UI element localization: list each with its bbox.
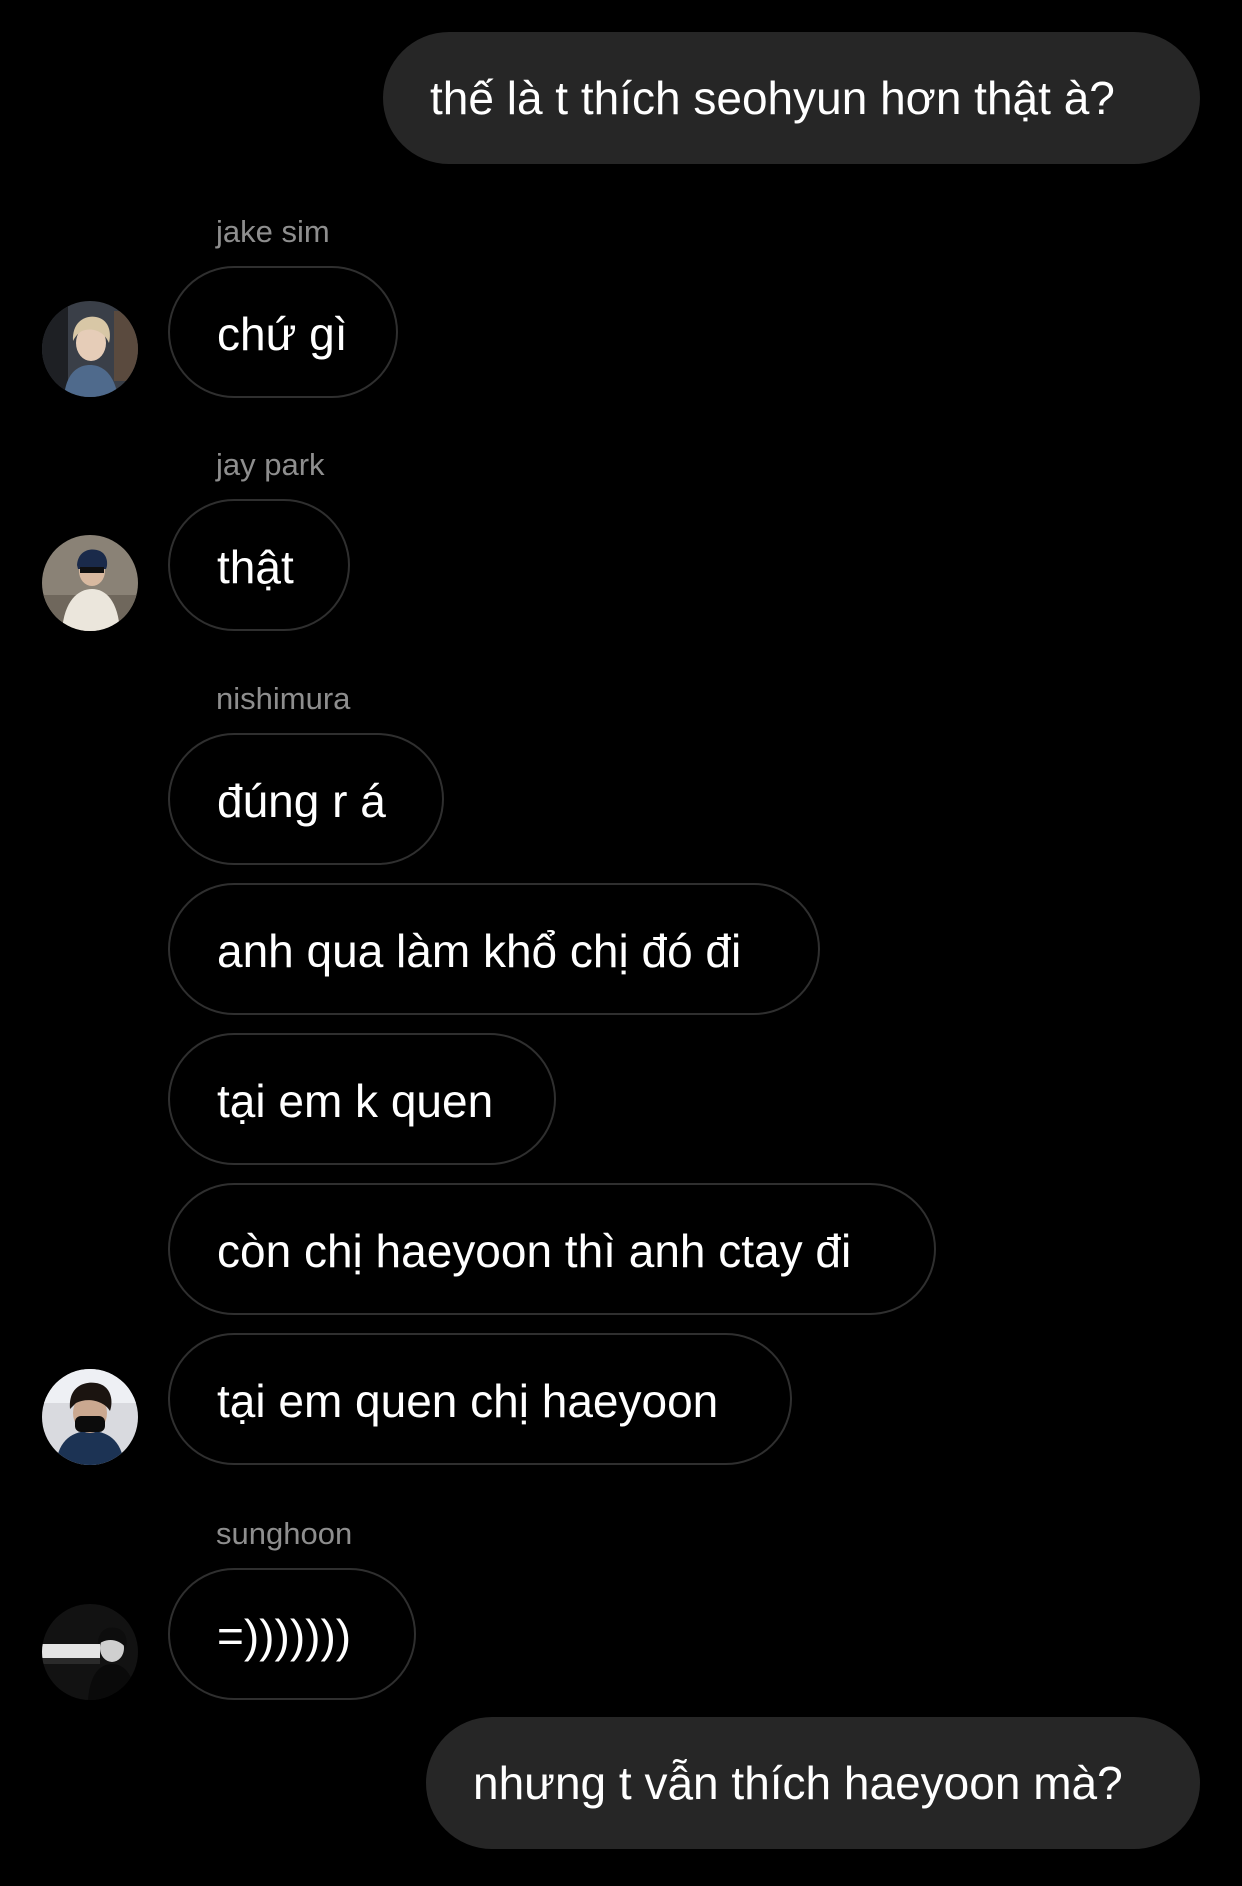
sender-name-jake-sim: jake sim [216, 214, 330, 249]
incoming-message-bubble[interactable]: =))))))) [168, 1568, 416, 1700]
incoming-message-bubble[interactable]: thật [168, 499, 350, 631]
sender-name-jay-park: jay park [216, 447, 325, 482]
incoming-message-bubble[interactable]: chứ gì [168, 266, 398, 398]
avatar-jake-sim[interactable] [42, 301, 138, 397]
incoming-message-bubble[interactable]: còn chị haeyoon thì anh ctay đi [168, 1183, 936, 1315]
incoming-message-bubble[interactable]: tại em k quen [168, 1033, 556, 1165]
sender-name-nishimura: nishimura [216, 681, 351, 716]
sender-name-sunghoon: sunghoon [216, 1516, 353, 1551]
outgoing-message-bubble[interactable]: nhưng t vẫn thích haeyoon mà? [426, 1717, 1200, 1849]
avatar-sunghoon[interactable] [42, 1604, 138, 1700]
outgoing-message-bubble[interactable]: thế là t thích seohyun hơn thật à? [383, 32, 1200, 164]
avatar-jay-park[interactable] [42, 535, 138, 631]
incoming-message-bubble[interactable]: tại em quen chị haeyoon [168, 1333, 792, 1465]
avatar-nishimura[interactable] [42, 1369, 138, 1465]
incoming-message-bubble[interactable]: anh qua làm khổ chị đó đi [168, 883, 820, 1015]
incoming-message-bubble[interactable]: đúng r á [168, 733, 444, 865]
